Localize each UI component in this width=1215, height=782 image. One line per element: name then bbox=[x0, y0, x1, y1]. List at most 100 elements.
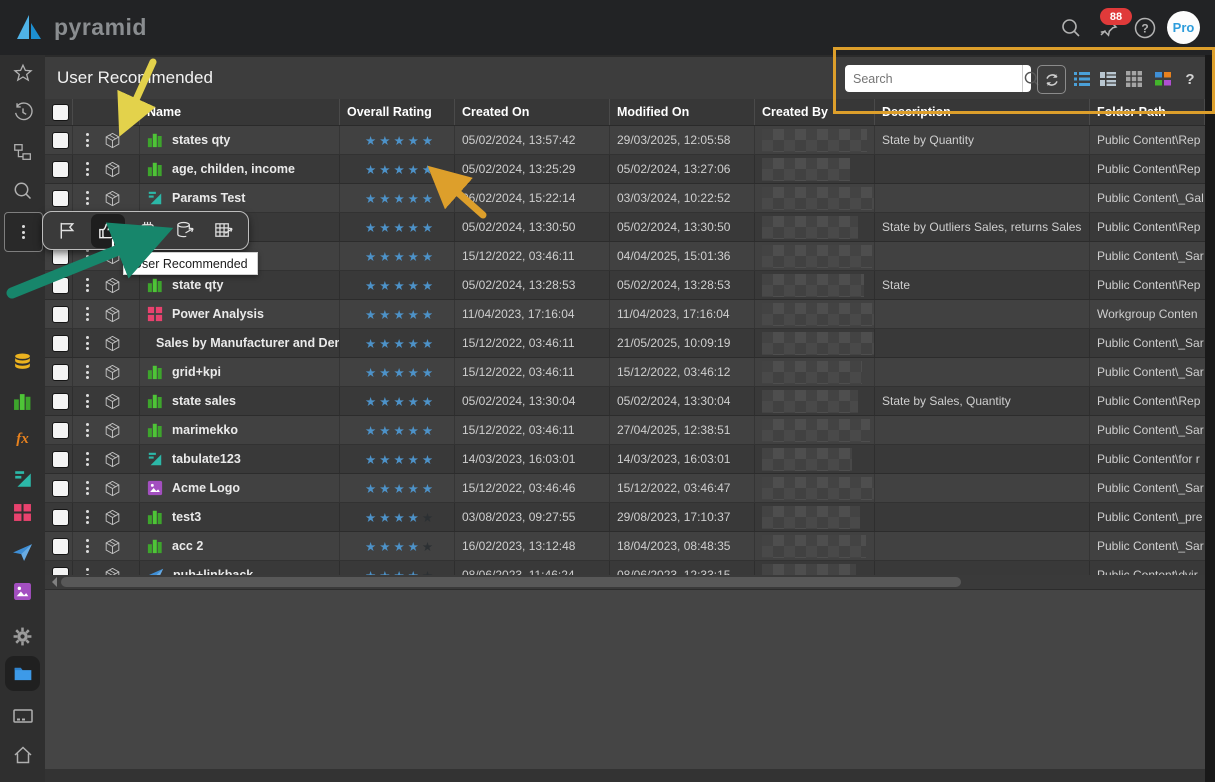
item-name-cell[interactable]: state qty bbox=[140, 271, 340, 299]
tabulate-icon[interactable] bbox=[0, 463, 45, 495]
favorites-star-icon[interactable] bbox=[0, 57, 45, 89]
rating-stars: ★★★★★ bbox=[365, 191, 436, 206]
table-row[interactable]: state qty★★★★★05/02/2024, 13:28:5305/02/… bbox=[45, 271, 1205, 300]
item-name-cell[interactable]: Power Analysis bbox=[140, 300, 340, 328]
rating-stars: ★★★★★ bbox=[365, 278, 436, 293]
column-header-description[interactable]: Description bbox=[875, 99, 1090, 125]
table-row[interactable]: state sales★★★★★05/02/2024, 13:30:0405/0… bbox=[45, 387, 1205, 416]
row-checkbox[interactable] bbox=[52, 451, 69, 468]
bar-chart-icon bbox=[147, 277, 163, 293]
row-menu-icon[interactable] bbox=[86, 276, 89, 295]
row-menu-icon[interactable] bbox=[86, 537, 89, 556]
row-checkbox[interactable] bbox=[52, 335, 69, 352]
item-name-cell[interactable]: Acme Logo bbox=[140, 474, 340, 502]
view-help-icon[interactable]: ? bbox=[1179, 68, 1201, 90]
horizontal-scrollbar[interactable] bbox=[45, 575, 1205, 589]
detail-view-icon[interactable] bbox=[1097, 68, 1119, 90]
refresh-button[interactable] bbox=[1037, 65, 1066, 94]
home-icon[interactable] bbox=[0, 739, 45, 771]
item-name-cell[interactable]: test3 bbox=[140, 503, 340, 531]
row-checkbox[interactable] bbox=[52, 132, 69, 149]
database-export-icon[interactable] bbox=[170, 216, 200, 246]
discover-bars-icon[interactable] bbox=[0, 385, 45, 417]
row-checkbox[interactable] bbox=[52, 248, 69, 265]
scrollbar-thumb[interactable] bbox=[61, 577, 961, 587]
row-menu-icon[interactable] bbox=[86, 479, 89, 498]
item-name-cell[interactable]: acc 2 bbox=[140, 532, 340, 560]
table-row[interactable]: states qty★★★★★05/02/2024, 13:57:4229/03… bbox=[45, 126, 1205, 155]
more-kebab-button[interactable] bbox=[4, 212, 43, 252]
table-row[interactable]: marimekko★★★★★15/12/2022, 03:46:1127/04/… bbox=[45, 416, 1205, 445]
flag-icon[interactable] bbox=[53, 216, 83, 246]
column-header-overall-rating[interactable]: Overall Rating bbox=[340, 99, 455, 125]
row-checkbox[interactable] bbox=[52, 161, 69, 178]
item-name-cell[interactable]: Params Test bbox=[140, 184, 340, 212]
publish-plane-icon[interactable] bbox=[0, 536, 45, 568]
column-header-folder-path[interactable]: Folder Path bbox=[1090, 99, 1205, 125]
chip-bolt-icon[interactable] bbox=[132, 216, 162, 246]
row-menu-icon[interactable] bbox=[86, 363, 89, 382]
row-checkbox[interactable] bbox=[52, 306, 69, 323]
row-checkbox[interactable] bbox=[52, 190, 69, 207]
help-icon[interactable]: ? bbox=[1130, 13, 1160, 43]
row-menu-icon[interactable] bbox=[86, 305, 89, 324]
refresh-icon bbox=[1043, 71, 1061, 89]
grid-view-icon[interactable] bbox=[1123, 68, 1145, 90]
table-export-icon[interactable] bbox=[208, 216, 238, 246]
column-header-modified-on[interactable]: Modified On bbox=[610, 99, 755, 125]
row-menu-icon[interactable] bbox=[86, 392, 89, 411]
model-database-icon[interactable] bbox=[0, 346, 45, 378]
table-row[interactable]: Power Analysis★★★★★11/04/2023, 17:16:041… bbox=[45, 300, 1205, 329]
row-checkbox[interactable] bbox=[52, 480, 69, 497]
row-menu-icon[interactable] bbox=[86, 334, 89, 353]
row-checkbox[interactable] bbox=[52, 422, 69, 439]
column-header-created-by[interactable]: Created By bbox=[755, 99, 875, 125]
table-row[interactable]: grid+kpi★★★★★15/12/2022, 03:46:1115/12/2… bbox=[45, 358, 1205, 387]
settings-gear-icon[interactable] bbox=[0, 620, 45, 652]
row-checkbox[interactable] bbox=[52, 364, 69, 381]
tile-color-view-icon[interactable] bbox=[1152, 68, 1174, 90]
row-menu-icon[interactable] bbox=[86, 160, 89, 179]
item-name-cell[interactable]: age, childen, income bbox=[140, 155, 340, 183]
row-menu-icon[interactable] bbox=[86, 421, 89, 440]
global-search-icon[interactable] bbox=[1056, 13, 1086, 43]
item-name-cell[interactable]: tabulate123 bbox=[140, 445, 340, 473]
row-checkbox[interactable] bbox=[52, 393, 69, 410]
table-row[interactable]: Sales by Manufacturer and Dem★★★★★15/12/… bbox=[45, 329, 1205, 358]
sidebar-search-icon[interactable] bbox=[0, 175, 45, 207]
column-header-created-on[interactable]: Created On bbox=[455, 99, 610, 125]
list-view-icon[interactable] bbox=[1071, 68, 1093, 90]
content-folder-button[interactable] bbox=[5, 656, 40, 691]
description-cell bbox=[875, 416, 1090, 444]
table-row[interactable]: acc 2★★★★★16/02/2023, 13:12:4818/04/2023… bbox=[45, 532, 1205, 561]
illustrate-image-icon[interactable] bbox=[0, 575, 45, 607]
item-name-cell[interactable]: states qty bbox=[140, 126, 340, 154]
present-grid-icon[interactable] bbox=[0, 496, 45, 528]
row-checkbox[interactable] bbox=[52, 538, 69, 555]
item-name-cell[interactable]: marimekko bbox=[140, 416, 340, 444]
column-header-name[interactable]: Name bbox=[140, 99, 340, 125]
history-icon[interactable] bbox=[0, 96, 45, 128]
user-avatar[interactable]: Pro bbox=[1167, 11, 1200, 44]
row-menu-icon[interactable] bbox=[86, 450, 89, 469]
row-checkbox[interactable] bbox=[52, 277, 69, 294]
item-name-cell[interactable]: grid+kpi bbox=[140, 358, 340, 386]
desktop-icon[interactable] bbox=[0, 701, 45, 733]
table-row[interactable]: tabulate123★★★★★14/03/2023, 16:03:0114/0… bbox=[45, 445, 1205, 474]
table-row[interactable]: test3★★★★★03/08/2023, 09:27:5529/08/2023… bbox=[45, 503, 1205, 532]
item-name-cell[interactable]: Sales by Manufacturer and Dem bbox=[140, 329, 340, 357]
row-checkbox[interactable] bbox=[52, 509, 69, 526]
select-all-checkbox[interactable] bbox=[52, 104, 69, 121]
formulate-fx-icon[interactable]: fx bbox=[0, 423, 45, 455]
table-row[interactable]: Params Test★★★★★06/02/2024, 15:22:1403/0… bbox=[45, 184, 1205, 213]
row-menu-icon[interactable] bbox=[86, 131, 89, 150]
scroll-left-icon[interactable] bbox=[47, 577, 57, 587]
table-row[interactable]: age, childen, income★★★★★05/02/2024, 13:… bbox=[45, 155, 1205, 184]
row-menu-icon[interactable] bbox=[86, 189, 89, 208]
hierarchy-icon[interactable] bbox=[0, 136, 45, 168]
search-input[interactable] bbox=[845, 65, 1022, 92]
created-on-cell: 05/02/2024, 13:25:29 bbox=[455, 155, 610, 183]
table-row[interactable]: Acme Logo★★★★★15/12/2022, 03:46:4615/12/… bbox=[45, 474, 1205, 503]
item-name-cell[interactable]: state sales bbox=[140, 387, 340, 415]
row-menu-icon[interactable] bbox=[86, 508, 89, 527]
